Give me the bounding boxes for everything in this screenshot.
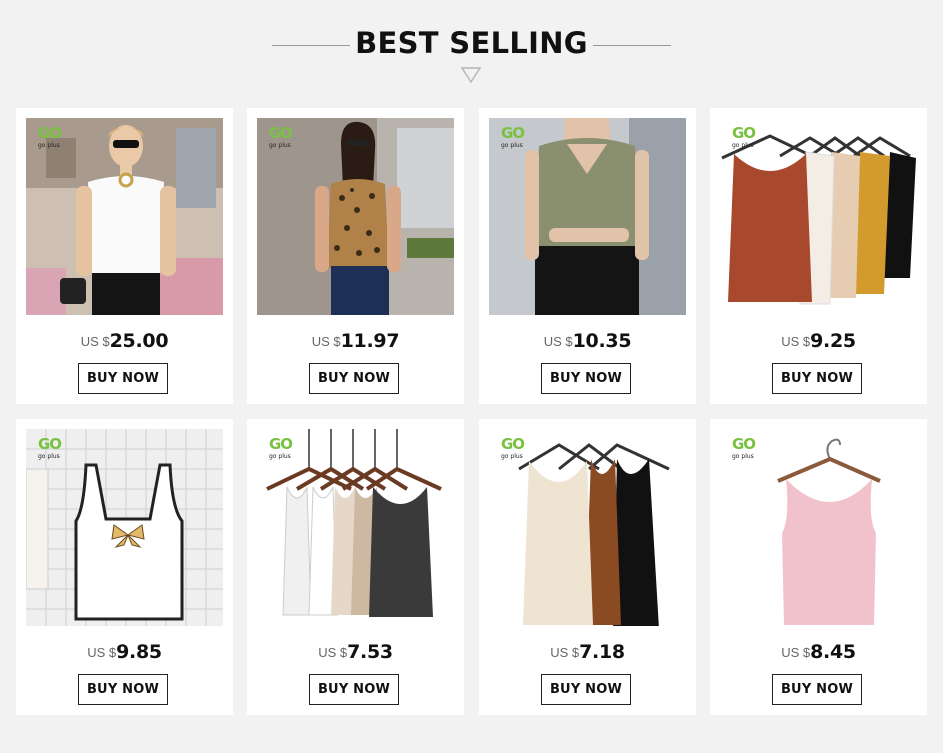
- buy-now-button[interactable]: BUY NOW: [541, 363, 631, 394]
- product-card[interactable]: GO go plus US $7.18 BUY NOW: [479, 419, 696, 715]
- product-card[interactable]: GO go plus US $11.97 BUY NOW: [247, 108, 464, 404]
- product-card[interactable]: GO go plus US $25.00 BUY NOW: [16, 108, 233, 404]
- buy-now-button[interactable]: BUY NOW: [772, 674, 862, 705]
- brand-logo: GO go plus: [38, 435, 62, 461]
- brand-logo: GO go plus: [732, 435, 756, 461]
- product-price: US $11.97: [311, 330, 400, 352]
- buy-now-button[interactable]: BUY NOW: [309, 363, 399, 394]
- product-price: US $7.18: [550, 641, 625, 663]
- brand-logo: GO go plus: [269, 435, 293, 461]
- product-card[interactable]: GO go plus US $7.53 BUY NOW: [247, 419, 464, 715]
- header-divider-right: [593, 45, 671, 46]
- brand-logo: GO go plus: [501, 435, 525, 461]
- brand-logo: GO go plus: [501, 124, 525, 150]
- product-card[interactable]: GO go plus US $8.45 BUY NOW: [710, 419, 927, 715]
- product-price: US $9.85: [87, 641, 162, 663]
- buy-now-button[interactable]: BUY NOW: [309, 674, 399, 705]
- product-card[interactable]: GO go plus US $9.85 BUY NOW: [16, 419, 233, 715]
- section-title: BEST SELLING: [355, 26, 588, 60]
- product-price: US $25.00: [80, 330, 169, 352]
- brand-logo: GO go plus: [38, 124, 62, 150]
- product-card[interactable]: GO go plus US $9.25 BUY NOW: [710, 108, 927, 404]
- section-header: BEST SELLING: [0, 0, 943, 100]
- product-price: US $10.35: [543, 330, 632, 352]
- product-price: US $9.25: [781, 330, 856, 352]
- product-price: US $8.45: [781, 641, 856, 663]
- brand-logo: GO go plus: [732, 124, 756, 150]
- buy-now-button[interactable]: BUY NOW: [541, 674, 631, 705]
- product-card[interactable]: GO go plus US $10.35 BUY NOW: [479, 108, 696, 404]
- buy-now-button[interactable]: BUY NOW: [78, 674, 168, 705]
- product-price: US $7.53: [318, 641, 393, 663]
- brand-logo: GO go plus: [269, 124, 293, 150]
- down-triangle-icon: [461, 67, 481, 83]
- buy-now-button[interactable]: BUY NOW: [78, 363, 168, 394]
- buy-now-button[interactable]: BUY NOW: [772, 363, 862, 394]
